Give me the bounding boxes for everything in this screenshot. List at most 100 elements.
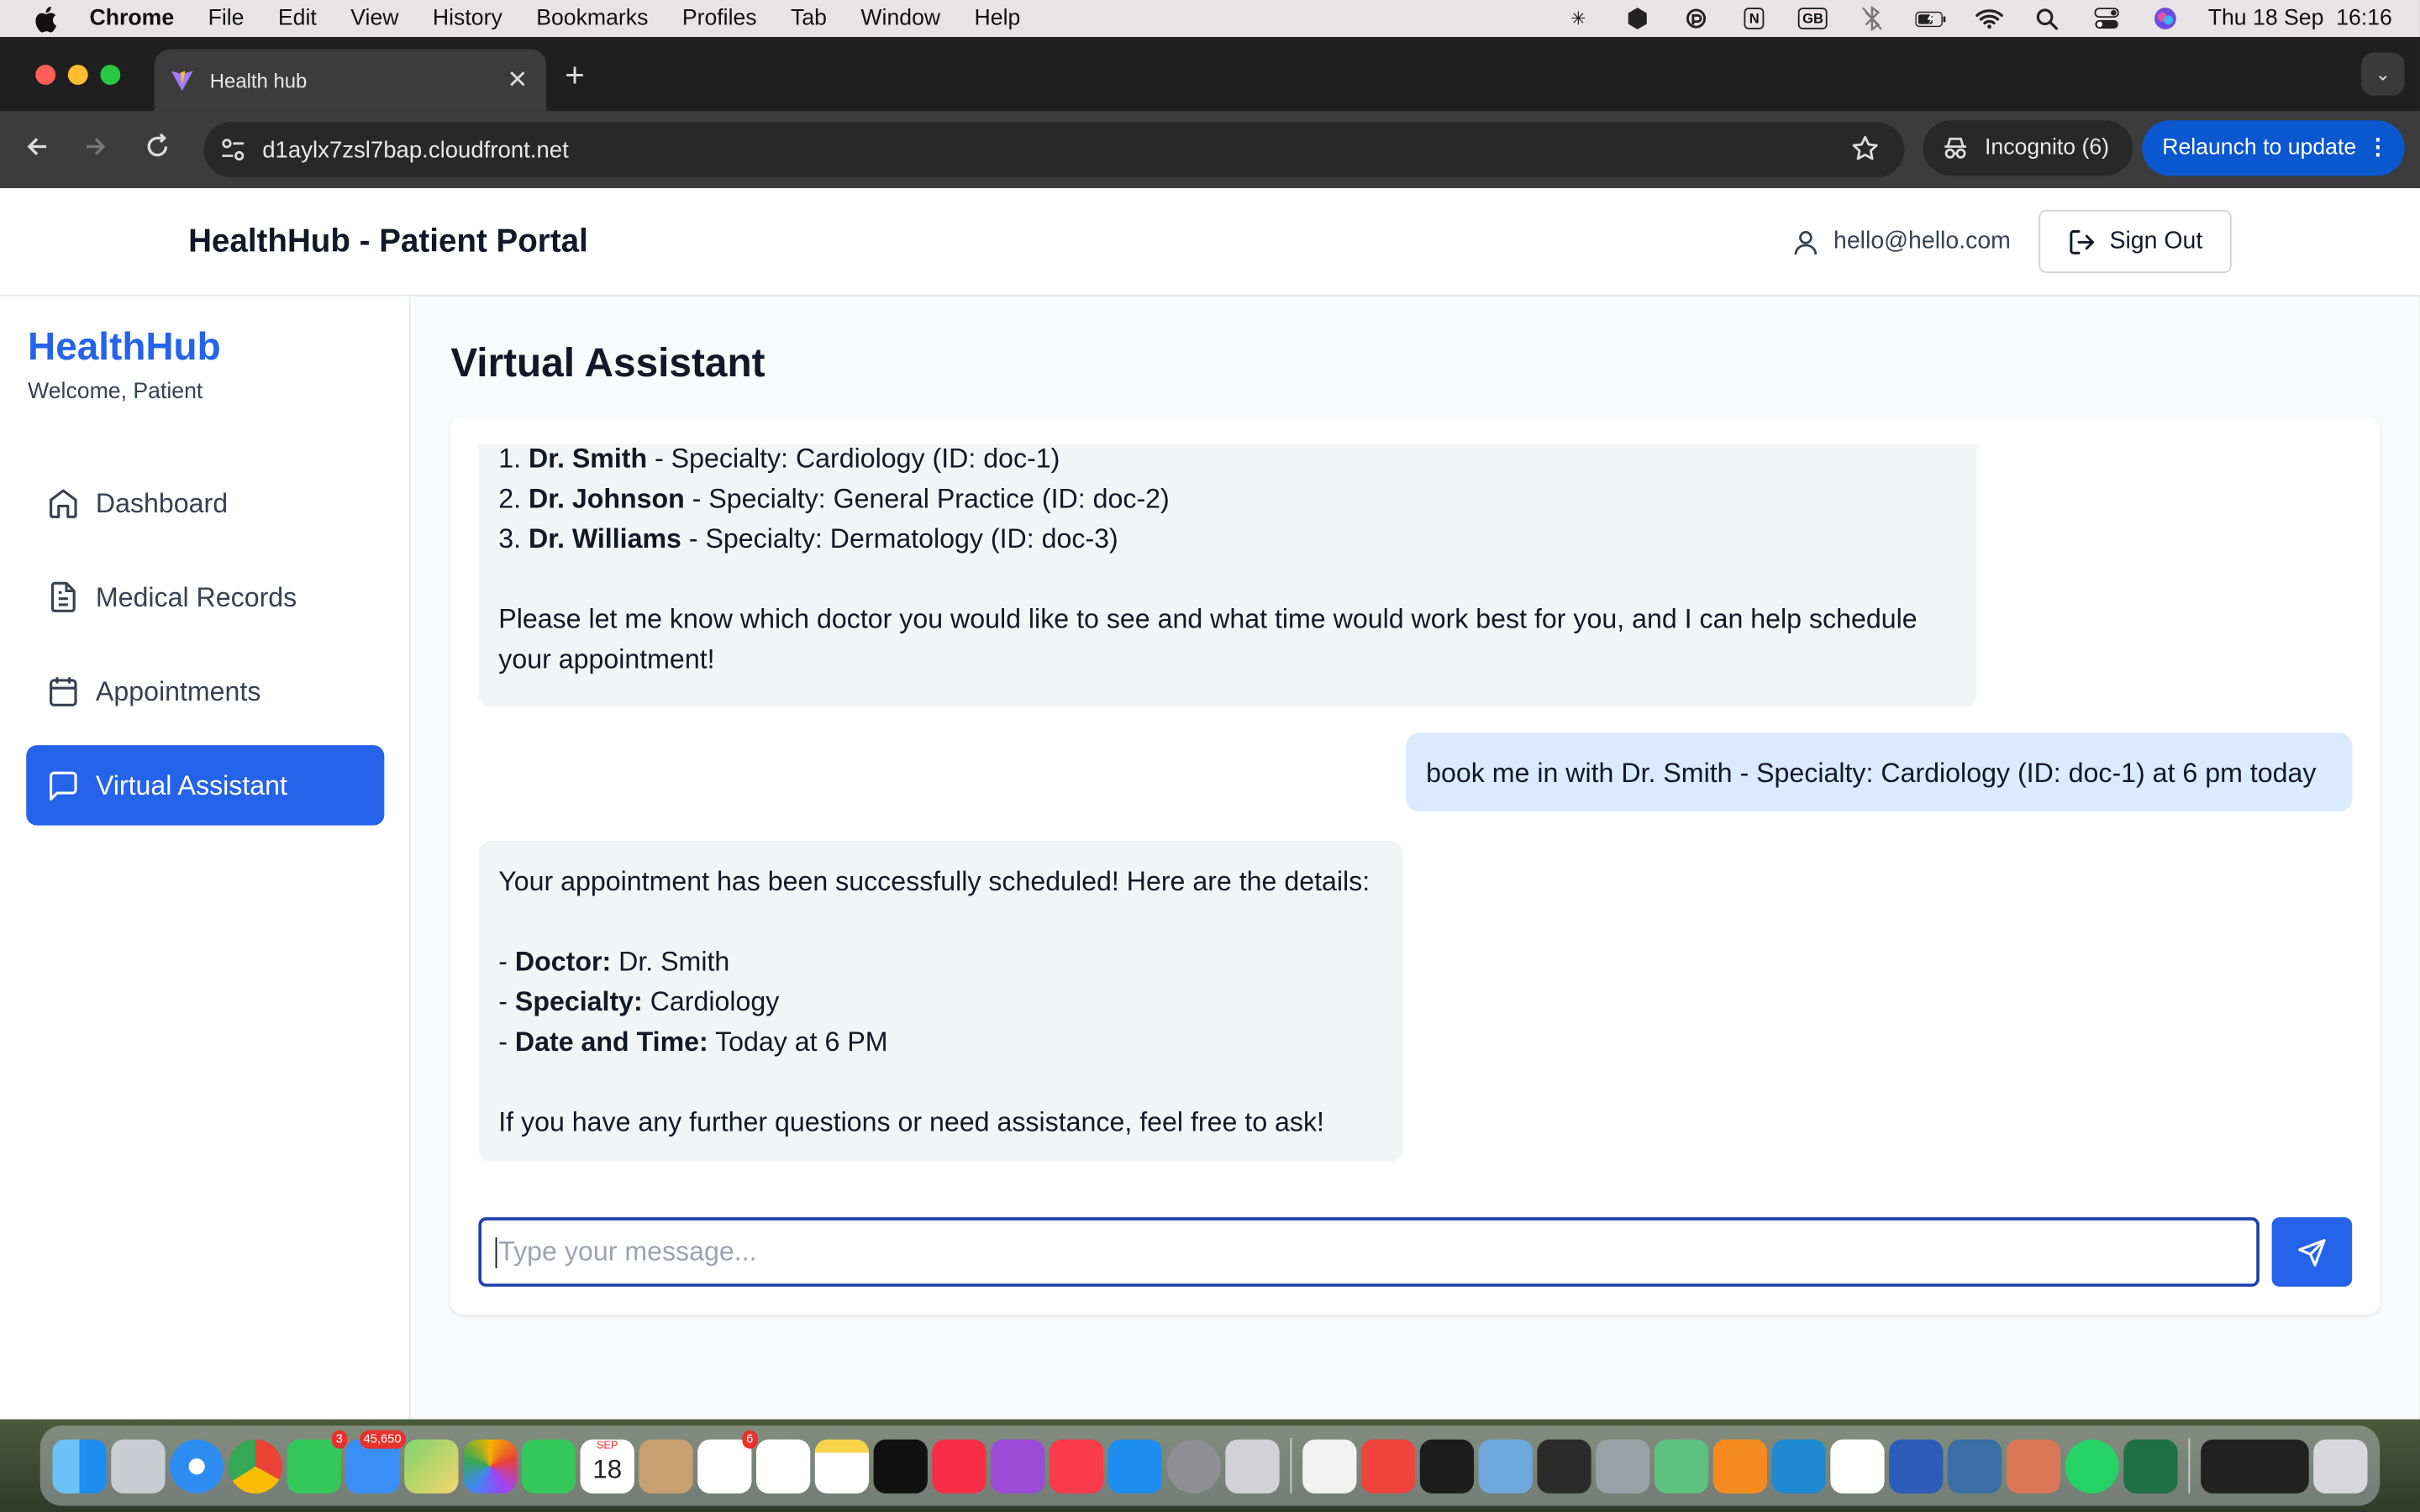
finder-icon[interactable] <box>52 1438 107 1494</box>
reload-icon[interactable] <box>144 133 171 168</box>
chat-card: 1. Dr. Smith - Specialty: Cardiology (ID… <box>450 416 2381 1315</box>
notion-app-icon[interactable] <box>1830 1438 1885 1494</box>
tab-search-chevron-icon[interactable]: ⌄ <box>2361 52 2405 96</box>
app-store-icon[interactable] <box>1107 1438 1163 1494</box>
mysql-workbench-icon[interactable] <box>1947 1438 2002 1494</box>
assistant-message: 1. Dr. Smith - Specialty: Cardiology (ID… <box>478 444 1977 707</box>
send-button[interactable] <box>2271 1217 2353 1287</box>
system-settings-icon[interactable] <box>1166 1438 1221 1494</box>
sidebar: HealthHub Welcome, Patient Dashboard Med… <box>0 296 411 1420</box>
menu-bookmarks[interactable]: Bookmarks <box>536 6 648 30</box>
chat-messages[interactable]: 1. Dr. Smith - Specialty: Cardiology (ID… <box>450 444 2380 1176</box>
music-icon[interactable] <box>932 1438 986 1494</box>
menu-window[interactable]: Window <box>860 6 940 30</box>
minimized-window-icon[interactable] <box>2201 1438 2309 1494</box>
siri-icon[interactable] <box>2149 6 2181 30</box>
maps-icon[interactable] <box>404 1438 459 1494</box>
user-message-text: book me in with Dr. Smith - Specialty: C… <box>1426 757 2317 789</box>
calendar-month: SEP <box>596 1440 618 1452</box>
zoom-window-button[interactable] <box>100 65 121 86</box>
terminal-green-icon[interactable] <box>1419 1438 1475 1494</box>
reminders-icon[interactable]: 6 <box>697 1429 758 1494</box>
whatsapp-icon[interactable] <box>2065 1438 2119 1494</box>
kebab-menu-icon[interactable]: ⋮ <box>2367 136 2390 160</box>
claude-icon[interactable] <box>2006 1438 2060 1494</box>
freeform-icon[interactable] <box>755 1438 811 1494</box>
send-icon <box>2298 1238 2326 1266</box>
forward-arrow-icon[interactable] <box>82 133 109 168</box>
relaunch-button[interactable]: Relaunch to update ⋮ <box>2142 120 2405 176</box>
back-arrow-icon[interactable] <box>24 133 51 168</box>
menubar-clock[interactable]: Thu 18 Sep 16:16 <box>2208 6 2392 30</box>
sidebar-item-dashboard[interactable]: Dashboard <box>26 463 384 543</box>
menu-help[interactable]: Help <box>975 6 1021 30</box>
wifi-icon[interactable] <box>1974 6 2005 30</box>
menu-view[interactable]: View <box>350 6 398 30</box>
asterisk-icon[interactable]: ✳ <box>1563 6 1594 30</box>
photos-icon[interactable] <box>463 1438 518 1494</box>
address-bar[interactable]: d1aylx7zsl7bap.cloudfront.net <box>203 122 1905 178</box>
menubar-status-area: ✳ N GB Thu 18 Sep 16:16 <box>1563 0 2392 37</box>
safari-icon[interactable] <box>170 1438 224 1494</box>
news-icon[interactable] <box>1049 1438 1104 1494</box>
menu-tab[interactable]: Tab <box>791 6 827 30</box>
trash-icon[interactable] <box>2313 1438 2368 1494</box>
chrome-icon[interactable] <box>228 1438 283 1494</box>
close-tab-icon[interactable]: ✕ <box>508 65 529 96</box>
bluetooth-off-icon[interactable] <box>1856 6 1887 31</box>
calendar-day: 18 <box>592 1454 623 1483</box>
assistant-message: Your appointment has been successfully s… <box>478 841 1403 1163</box>
sidebar-brand[interactable]: HealthHub <box>28 326 221 370</box>
spotlight-search-icon[interactable] <box>2032 6 2063 30</box>
url-text[interactable]: d1aylx7zsl7bap.cloudfront.net <box>262 137 569 163</box>
detail-line-datetime: - Date and Time: Today at 6 PM <box>498 1026 888 1058</box>
paperclip-icon[interactable] <box>1681 6 1712 30</box>
calendar-app-icon[interactable]: SEP 18 <box>580 1438 634 1494</box>
message-input[interactable]: Type your message... <box>478 1217 2260 1287</box>
control-center-icon[interactable] <box>2091 6 2122 30</box>
preview-icon[interactable] <box>1478 1438 1533 1494</box>
keychain-icon[interactable] <box>1596 1438 1650 1494</box>
keyboard-layout-icon[interactable]: GB <box>1797 6 1828 30</box>
iphone-mirroring-icon[interactable] <box>1225 1438 1280 1494</box>
welcome-text: Welcome, Patient <box>28 379 203 405</box>
anydesk-icon[interactable] <box>1360 1438 1416 1494</box>
excel-icon[interactable] <box>2123 1438 2178 1494</box>
mail-icon[interactable]: 45,650 <box>345 1429 407 1494</box>
sidebar-item-virtual-assistant[interactable]: Virtual Assistant <box>26 745 385 826</box>
atom-icon[interactable] <box>1654 1438 1709 1494</box>
podcasts-icon[interactable] <box>991 1438 1045 1494</box>
apple-tv-icon[interactable] <box>873 1438 928 1494</box>
battery-icon[interactable] <box>1914 6 1946 30</box>
hexagon-app-icon[interactable] <box>1622 6 1653 30</box>
textedit-icon[interactable] <box>1302 1438 1357 1494</box>
contacts-icon[interactable] <box>639 1438 693 1494</box>
browser-tab-active[interactable]: Health hub ✕ <box>154 49 547 112</box>
sidebar-item-appointments[interactable]: Appointments <box>26 651 384 732</box>
web-page: HealthHub - Patient Portal hello@hello.c… <box>0 188 2420 1420</box>
minimize-window-button[interactable] <box>67 65 88 86</box>
incognito-indicator[interactable]: Incognito (6) <box>1923 120 2133 176</box>
site-settings-icon[interactable] <box>219 136 247 164</box>
notes-icon[interactable] <box>814 1438 870 1494</box>
facetime-icon[interactable] <box>521 1438 576 1494</box>
bookmark-star-icon[interactable] <box>1850 134 1880 164</box>
menu-history[interactable]: History <box>433 6 502 30</box>
sublime-text-icon[interactable] <box>1712 1438 1768 1494</box>
launchpad-icon[interactable] <box>111 1438 166 1494</box>
close-window-button[interactable] <box>35 65 56 86</box>
menu-edit[interactable]: Edit <box>278 6 317 30</box>
messages-icon[interactable]: 3 <box>287 1429 348 1494</box>
new-tab-button[interactable]: + <box>565 55 585 96</box>
menu-profiles[interactable]: Profiles <box>682 6 757 30</box>
sign-out-button[interactable]: Sign Out <box>2039 209 2232 274</box>
apple-icon[interactable] <box>34 5 61 33</box>
menu-app-name[interactable]: Chrome <box>90 6 175 30</box>
mail-badge: 45,650 <box>359 1429 407 1448</box>
sidebar-item-medical-records[interactable]: Medical Records <box>26 557 384 638</box>
word-icon[interactable] <box>1889 1438 1944 1494</box>
menu-file[interactable]: File <box>208 6 245 30</box>
vscode-icon[interactable] <box>1771 1438 1826 1494</box>
notion-icon[interactable]: N <box>1739 6 1770 30</box>
terminal-icon[interactable] <box>1537 1438 1591 1494</box>
